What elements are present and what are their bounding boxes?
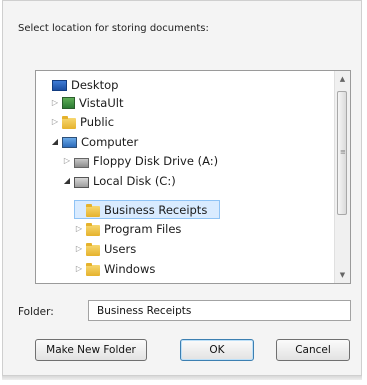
tree-item-users[interactable]: ▷ Users <box>74 239 136 259</box>
tree-item-label: Users <box>104 242 137 256</box>
floppy-drive-icon <box>74 157 89 168</box>
tree-item-desktop[interactable]: Desktop <box>40 75 118 95</box>
tree-item-local-disk[interactable]: ◢ Local Disk (C:) <box>62 171 176 191</box>
tree-item-label: Desktop <box>71 78 119 92</box>
tree-item-label: Public <box>80 115 115 129</box>
folder-icon <box>86 242 100 256</box>
folder-name-input[interactable] <box>88 300 351 321</box>
dialog-prompt: Select location for storing documents: <box>18 23 209 34</box>
tree-item-public[interactable]: ▷ Public <box>50 112 114 132</box>
folder-label: Folder: <box>18 306 54 318</box>
tree-item-windows[interactable]: ▷ Windows <box>74 259 155 279</box>
expand-arrow-icon[interactable]: ▷ <box>62 151 72 171</box>
computer-icon <box>62 136 77 148</box>
scroll-up-button[interactable]: ▲ <box>335 71 350 87</box>
expand-arrow-icon[interactable]: ▷ <box>74 219 84 239</box>
folder-icon <box>62 115 76 129</box>
dialog-bottom-edge <box>2 376 362 380</box>
tree-item-floppy-drive[interactable]: ▷ Floppy Disk Drive (A:) <box>62 151 218 171</box>
tree-item-program-files[interactable]: ▷ Program Files <box>74 219 182 239</box>
ok-button[interactable]: OK <box>180 339 254 361</box>
folder-icon <box>86 262 100 276</box>
tree-scrollbar[interactable]: ▲ ≡ ▼ <box>334 71 350 283</box>
tree-item-label: Windows <box>104 262 156 276</box>
expand-arrow-icon[interactable]: ▷ <box>50 93 60 113</box>
tree-item-vistault[interactable]: ▷ VistaUlt <box>50 93 124 113</box>
folder-icon <box>86 203 100 217</box>
tree-item-label: VistaUlt <box>79 96 124 110</box>
grip-icon: ≡ <box>340 148 346 156</box>
folder-tree[interactable]: Desktop ▷ VistaUlt ▷ Public ◢ Computer ▷… <box>35 70 351 284</box>
scroll-down-button[interactable]: ▼ <box>335 267 350 283</box>
tree-item-label: Computer <box>81 135 139 149</box>
tree-item-business-receipts[interactable]: Business Receipts <box>74 200 207 220</box>
cancel-button[interactable]: Cancel <box>276 339 350 361</box>
hard-disk-icon <box>74 176 89 188</box>
user-folder-icon <box>62 97 75 109</box>
collapse-arrow-icon[interactable]: ◢ <box>62 171 72 191</box>
expand-arrow-icon[interactable]: ▷ <box>50 112 60 132</box>
make-new-folder-button[interactable]: Make New Folder <box>35 339 147 361</box>
folder-icon <box>86 222 100 236</box>
scroll-thumb[interactable]: ≡ <box>337 91 347 215</box>
expand-arrow-icon[interactable]: ▷ <box>74 239 84 259</box>
tree-item-label: Business Receipts <box>104 203 208 217</box>
tree-item-label: Program Files <box>104 222 182 236</box>
tree-item-label: Floppy Disk Drive (A:) <box>93 154 219 168</box>
tree-item-label: Local Disk (C:) <box>93 174 176 188</box>
desktop-icon <box>52 79 67 91</box>
collapse-arrow-icon[interactable]: ◢ <box>50 132 60 152</box>
tree-item-computer[interactable]: ◢ Computer <box>50 132 138 152</box>
expand-arrow-icon[interactable]: ▷ <box>74 259 84 279</box>
